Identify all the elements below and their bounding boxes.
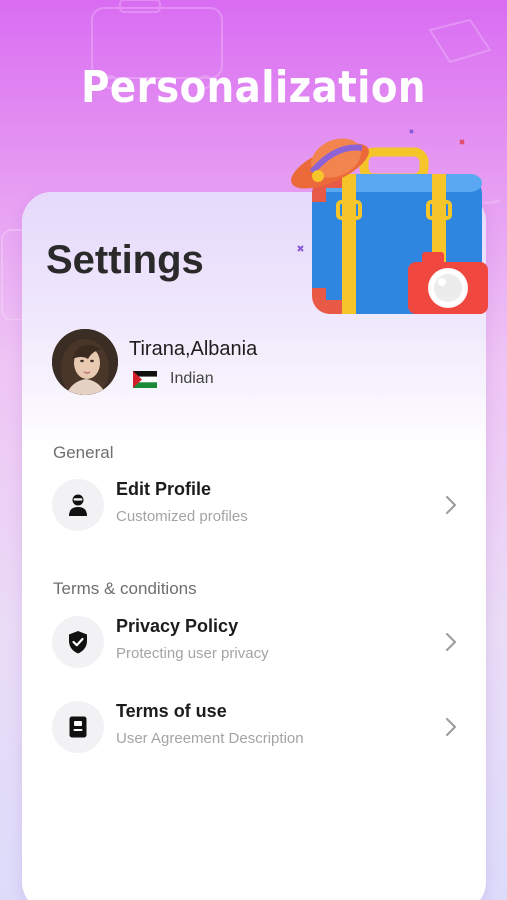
section-label-general: General — [53, 443, 114, 462]
hero-title: Personalization — [81, 62, 426, 113]
nationality-label: Indian — [170, 370, 214, 387]
menu-icon-circle — [52, 616, 104, 668]
menu-title: Privacy Policy — [116, 616, 239, 636]
nationality-row: Indian — [133, 370, 214, 388]
section-label-terms: Terms & conditions — [53, 579, 197, 598]
menu-icon-circle — [52, 479, 104, 531]
menu-title: Edit Profile — [116, 479, 212, 499]
chevron-right-icon — [446, 633, 456, 651]
chevron-right-icon — [446, 718, 456, 736]
page-title: Settings — [46, 238, 204, 282]
menu-subtitle: Customized profiles — [116, 508, 248, 525]
menu-subtitle: User Agreement Description — [116, 730, 304, 747]
menu-item-terms-of-use[interactable]: Terms of use User Agreement Description — [52, 698, 472, 758]
shield-check-icon — [69, 631, 87, 654]
user-icon — [69, 494, 87, 516]
menu-item-privacy-policy[interactable]: Privacy Policy Protecting user privacy — [52, 613, 472, 673]
menu-subtitle: Protecting user privacy — [116, 645, 269, 662]
avatar-portrait — [52, 329, 118, 395]
chevron-right-icon — [446, 496, 456, 514]
suitcase-illustration — [291, 129, 488, 314]
menu-item-edit-profile[interactable]: Edit Profile Customized profiles — [52, 476, 472, 536]
menu-icon-circle — [52, 701, 104, 753]
avatar[interactable] — [52, 329, 118, 395]
menu-title: Terms of use — [116, 701, 227, 721]
flag-icon — [133, 370, 157, 388]
document-icon — [69, 716, 87, 738]
profile-location: Tirana,Albania — [129, 338, 258, 360]
